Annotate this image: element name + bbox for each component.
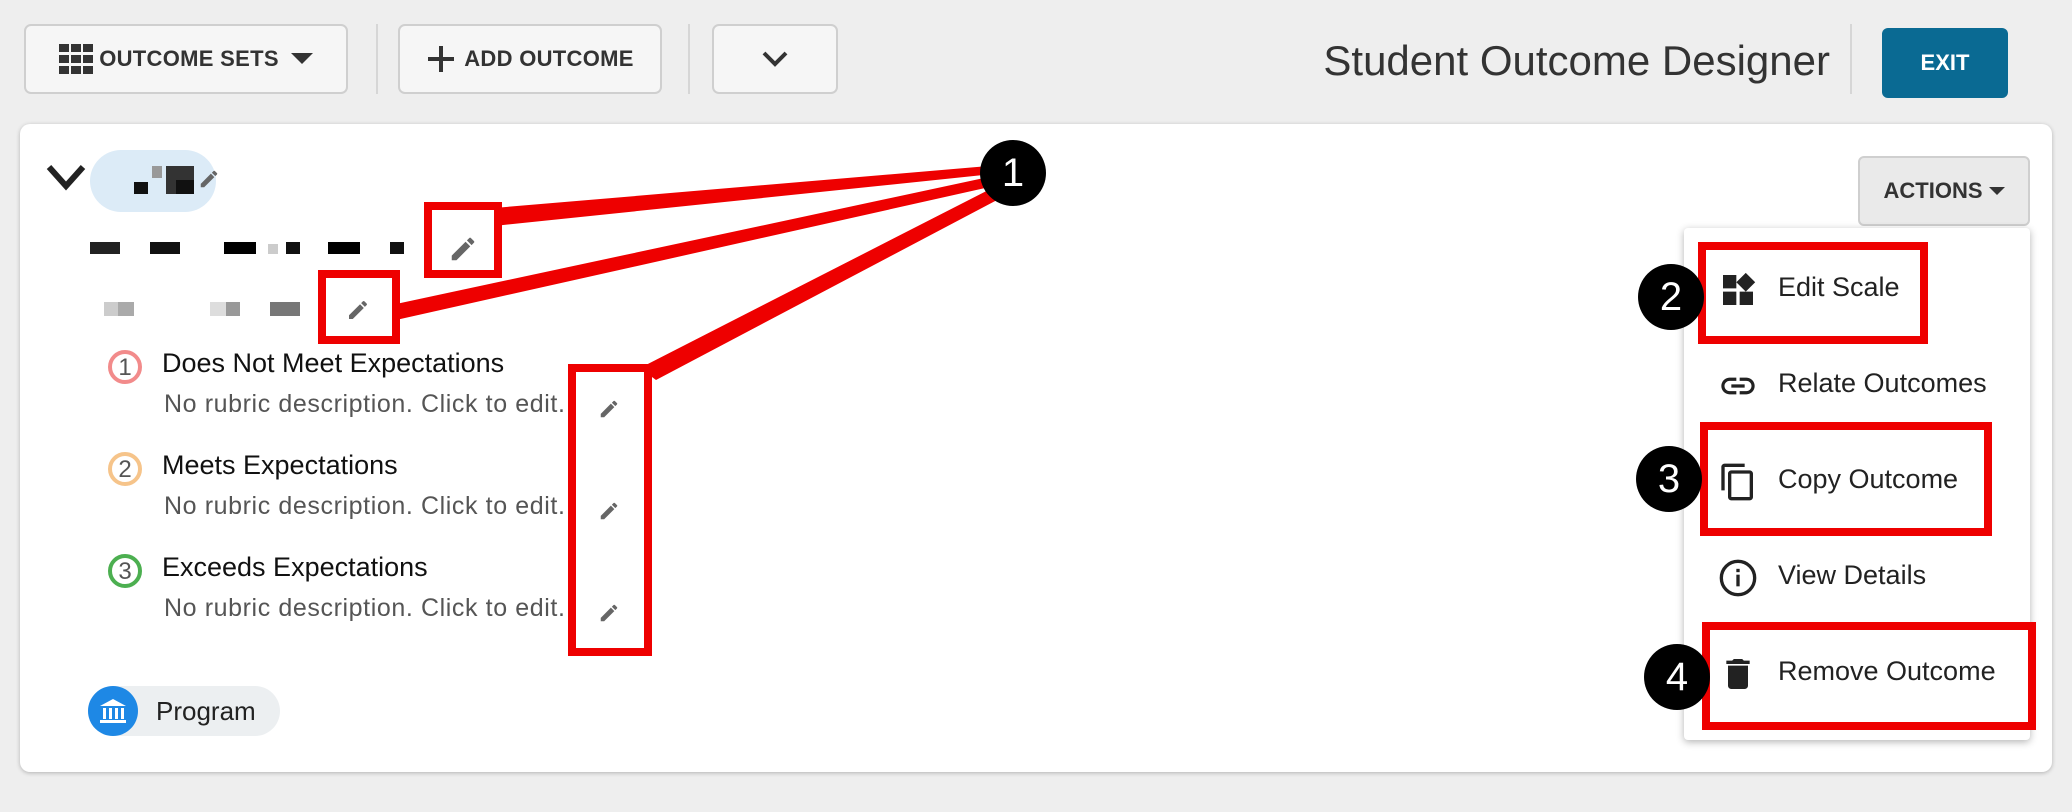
annotation-box-description-edit [318, 270, 400, 344]
annotation-line [640, 180, 1016, 380]
annotation-box-remove-outcome [1702, 622, 2036, 730]
annotation-callout: 4 [1644, 644, 1710, 710]
annotation-box-copy-outcome [1700, 422, 1992, 536]
annotation-callout: 3 [1636, 446, 1702, 512]
annotation-overlay [318, 164, 2036, 730]
annotation-box-rubric-edit [568, 364, 652, 656]
annotation-callout: 2 [1638, 264, 1704, 330]
annotation-box-edit-scale [1698, 242, 1928, 344]
annotation-callout: 1 [980, 140, 1046, 206]
annotation-box-title-edit [424, 202, 502, 278]
